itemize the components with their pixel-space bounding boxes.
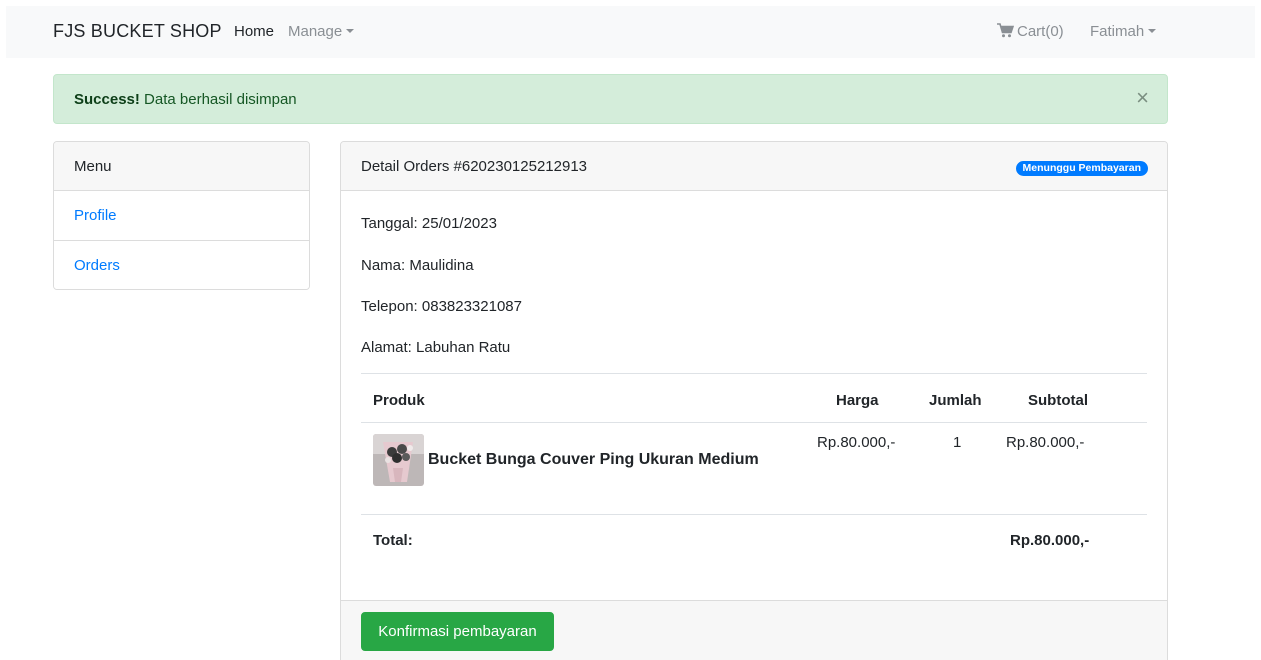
- table-header-divider: [361, 422, 1147, 423]
- order-detail-card: Detail Orders #620230125212913 Menunggu …: [340, 141, 1168, 660]
- confirm-payment-button[interactable]: Konfirmasi pembayaran: [361, 612, 554, 651]
- column-header-harga: Harga: [836, 392, 879, 409]
- customer-name: Nama: Maulidina: [361, 257, 474, 274]
- column-header-subtotal: Subtotal: [1028, 392, 1088, 409]
- sidebar-item-orders[interactable]: Orders: [54, 241, 309, 289]
- table-top-divider: [361, 373, 1147, 374]
- nav-manage-dropdown[interactable]: Manage: [288, 23, 355, 40]
- product-quantity: 1: [953, 434, 962, 451]
- column-header-jumlah: Jumlah: [929, 392, 982, 409]
- product-price: Rp.80.000,-: [817, 434, 896, 451]
- caret-down-icon: [1148, 29, 1157, 33]
- close-icon[interactable]: ×: [1136, 87, 1149, 109]
- nav-home-link[interactable]: Home: [234, 23, 274, 40]
- product-subtotal: Rp.80.000,-: [1006, 434, 1085, 451]
- menu-header: Menu: [54, 142, 309, 191]
- customer-phone: Telepon: 083823321087: [361, 298, 522, 315]
- customer-address: Alamat: Labuhan Ratu: [361, 339, 511, 356]
- alert-text: Success! Data berhasil disimpan: [74, 91, 297, 108]
- order-card-footer: Konfirmasi pembayaran: [341, 600, 1167, 660]
- product-thumbnail: [373, 434, 424, 486]
- total-value: Rp.80.000,-: [1010, 532, 1090, 549]
- nav-manage-label: Manage: [288, 23, 343, 40]
- column-header-produk: Produk: [373, 392, 425, 409]
- order-date: Tanggal: 25/01/2023: [361, 215, 497, 232]
- top-navbar: FJS BUCKET SHOP Home Manage Cart(0) Fati…: [6, 6, 1255, 58]
- table-total-divider: [361, 514, 1147, 515]
- cart-icon: [997, 23, 1014, 38]
- success-alert: Success! Data berhasil disimpan ×: [53, 74, 1168, 124]
- caret-down-icon: [346, 29, 355, 33]
- flower-bouquet-icon: [373, 434, 424, 486]
- alert-strong: Success!: [74, 91, 140, 108]
- order-detail-header: Detail Orders #620230125212913 Menunggu …: [341, 142, 1167, 191]
- sidebar-item-profile[interactable]: Profile: [54, 191, 309, 241]
- brand-logo[interactable]: FJS BUCKET SHOP: [53, 21, 222, 42]
- sidebar-menu: Menu Profile Orders: [53, 141, 310, 290]
- product-name: Bucket Bunga Couver Ping Ukuran Medium: [428, 451, 759, 468]
- status-badge: Menunggu Pembayaran: [1015, 161, 1148, 176]
- order-title: Detail Orders #620230125212913: [361, 158, 588, 175]
- alert-message: Data berhasil disimpan: [144, 91, 297, 108]
- cart-label: Cart(0): [1017, 23, 1064, 40]
- nav-cart-link[interactable]: Cart(0): [997, 23, 1064, 40]
- user-name: Fatimah: [1090, 23, 1145, 40]
- total-label: Total:: [373, 532, 413, 549]
- user-dropdown[interactable]: Fatimah: [1090, 23, 1157, 40]
